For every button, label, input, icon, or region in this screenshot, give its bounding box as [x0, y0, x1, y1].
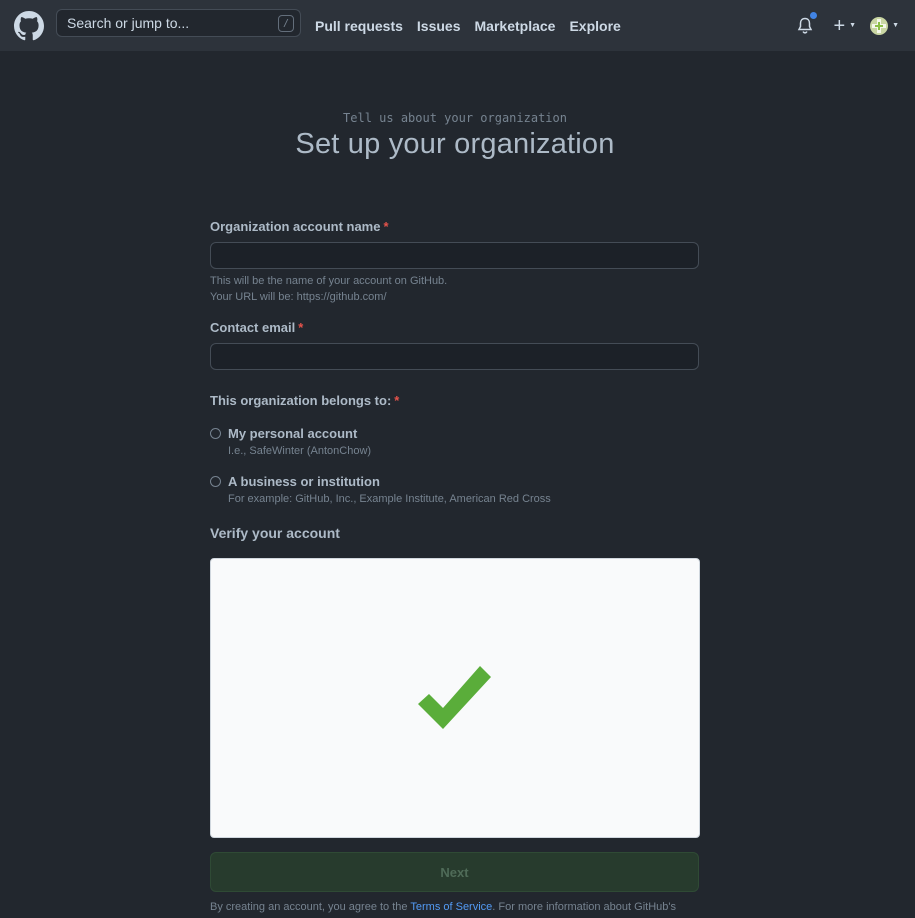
- org-name-note: This will be the name of your account on…: [210, 275, 448, 303]
- chevron-down-icon: ▼: [892, 22, 899, 29]
- create-new-dropdown[interactable]: + ▼: [833, 16, 856, 36]
- github-logo-icon[interactable]: [14, 10, 44, 41]
- contact-email-input[interactable]: [210, 343, 699, 370]
- option-subtitle: For example: GitHub, Inc., Example Insti…: [228, 493, 551, 505]
- top-header: Search or jump to... / Pull requests Iss…: [0, 0, 915, 51]
- option-personal-account[interactable]: My personal account I.e., SafeWinter (An…: [210, 426, 371, 457]
- belongs-to-label: This organization belongs to: *: [210, 393, 400, 408]
- nav-explore[interactable]: Explore: [569, 18, 620, 34]
- contact-email-label: Contact email *: [210, 320, 304, 335]
- chevron-down-icon: ▼: [849, 22, 857, 29]
- radio-business[interactable]: [210, 476, 221, 487]
- nav-issues[interactable]: Issues: [417, 18, 461, 34]
- header-actions: + ▼ ▼: [797, 0, 899, 51]
- search-shortcut-badge: /: [278, 15, 294, 32]
- radio-personal-account[interactable]: [210, 428, 221, 439]
- option-subtitle: I.e., SafeWinter (AntonChow): [228, 445, 372, 457]
- search-input[interactable]: Search or jump to... /: [56, 9, 301, 37]
- terms-of-service-link[interactable]: Terms of Service: [410, 901, 492, 913]
- org-name-input[interactable]: [210, 242, 699, 269]
- checkmark-icon: [418, 666, 491, 729]
- required-marker: *: [394, 393, 400, 408]
- required-marker: *: [383, 219, 389, 234]
- global-nav: Pull requests Issues Marketplace Explore: [315, 0, 635, 51]
- option-title: My personal account: [228, 426, 358, 441]
- org-name-label: Organization account name *: [210, 219, 389, 234]
- nav-marketplace[interactable]: Marketplace: [475, 18, 556, 34]
- plus-icon: +: [833, 14, 846, 37]
- unread-notification-dot: [809, 10, 819, 20]
- page-title: Set up your organization: [295, 128, 615, 160]
- verify-account-heading: Verify your account: [210, 525, 340, 541]
- required-marker: *: [298, 320, 304, 335]
- option-title: A business or institution: [228, 474, 380, 489]
- notifications-button[interactable]: [797, 10, 819, 35]
- search-placeholder: Search or jump to...: [67, 15, 190, 31]
- user-menu-dropdown[interactable]: ▼: [870, 16, 899, 35]
- next-button[interactable]: Next: [210, 852, 699, 892]
- legal-notice: By creating an account, you agree to the…: [210, 901, 676, 913]
- nav-pull-requests[interactable]: Pull requests: [315, 18, 403, 34]
- page-eyebrow: Tell us about your organization: [343, 111, 567, 125]
- avatar: [870, 16, 889, 35]
- option-business[interactable]: A business or institution For example: G…: [210, 474, 551, 505]
- captcha-verification-panel: [210, 558, 700, 838]
